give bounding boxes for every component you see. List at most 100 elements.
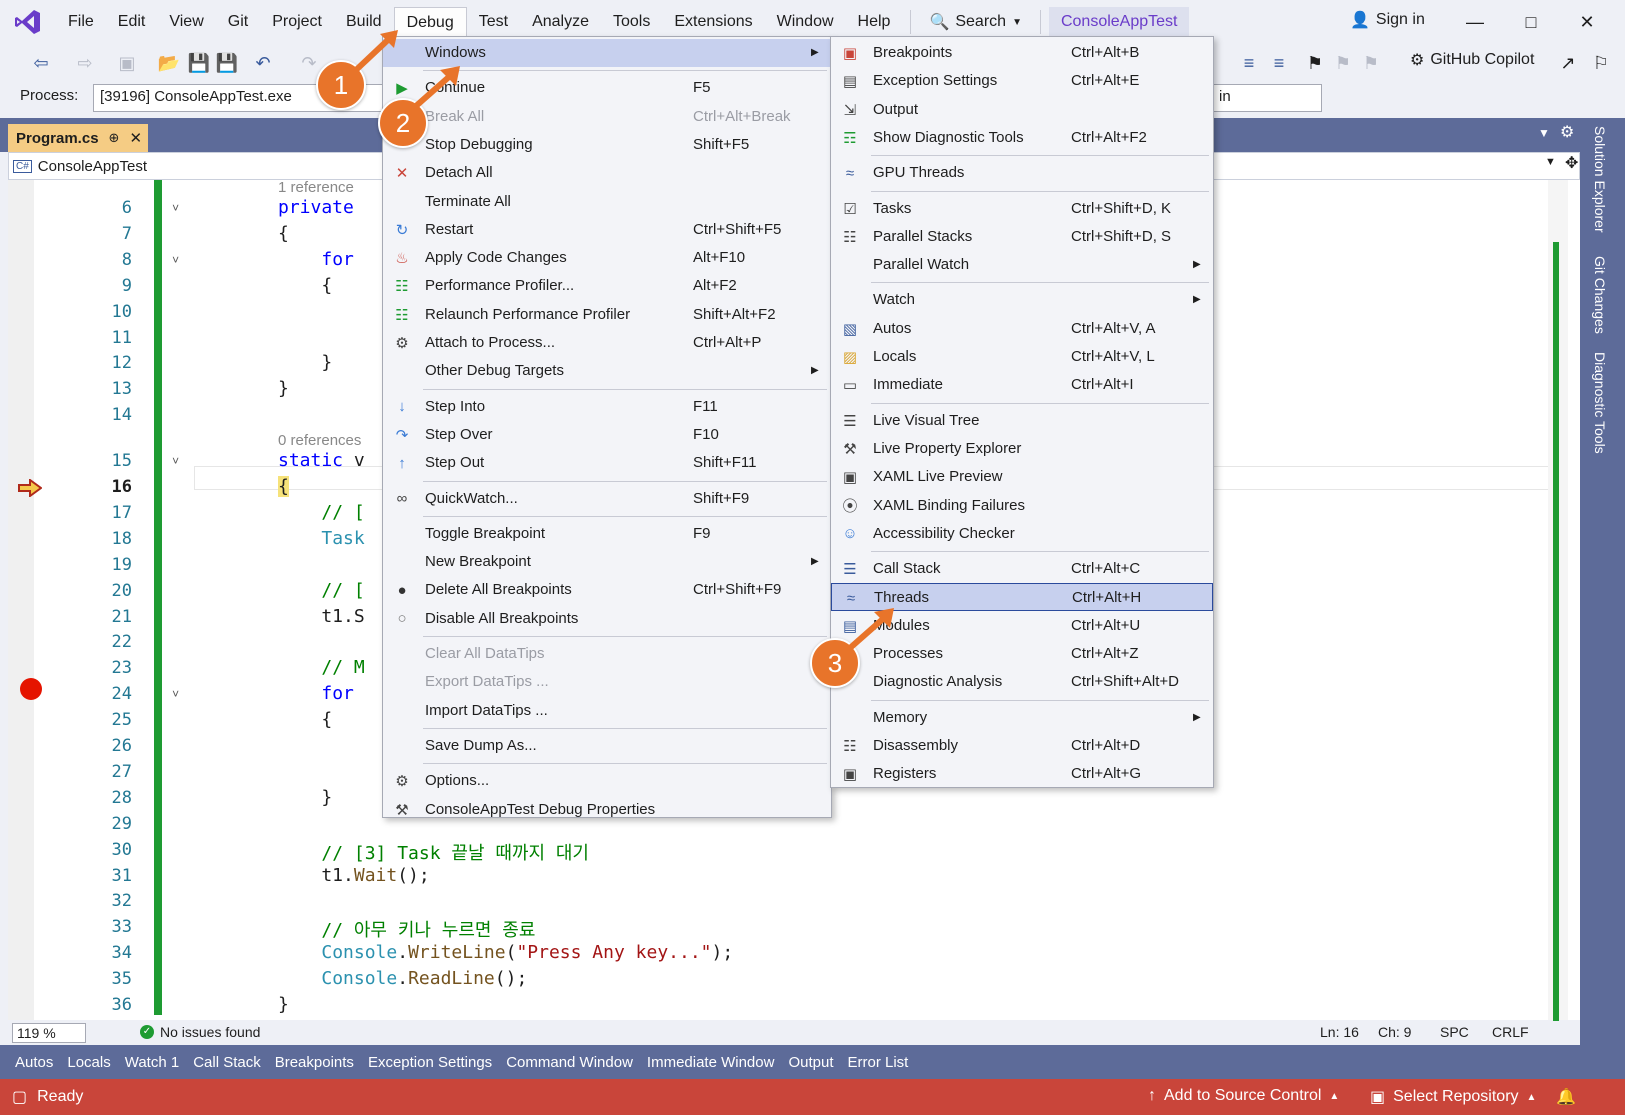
menu-test[interactable]: Test <box>467 7 520 37</box>
windows-menu-item-registers[interactable]: ▣ Registers Ctrl+Alt+G <box>831 760 1213 788</box>
debug-menu-item-other-debug-targets[interactable]: Other Debug Targets ▶ <box>383 357 831 385</box>
nav-dropdown-icon[interactable]: ▼ <box>1545 156 1556 168</box>
windows-menu-item-disassembly[interactable]: ☷ Disassembly Ctrl+Alt+D <box>831 732 1213 760</box>
fold-toggle-icon[interactable]: ˅ <box>172 201 179 216</box>
windows-menu-item-xaml-live-preview[interactable]: ▣ XAML Live Preview <box>831 463 1213 491</box>
notifications-icon[interactable]: 🔔 <box>1556 1087 1576 1107</box>
select-repository-button[interactable]: ▣ Select Repository ▲ <box>1370 1087 1536 1107</box>
code-line[interactable]: 30 // [3] Task 끝날 때까지 대기 <box>8 838 1580 864</box>
back-icon[interactable]: ⇦ <box>28 50 54 76</box>
windows-menu-item-xaml-binding-failures[interactable]: ⦿ XAML Binding Failures <box>831 492 1213 520</box>
minimize-button[interactable]: — <box>1452 8 1498 36</box>
tool-tab-error-list[interactable]: Error List <box>840 1054 915 1071</box>
debug-menu-item-consoleapptest-debug-properties[interactable]: ⚒ ConsoleAppTest Debug Properties <box>383 796 831 824</box>
menu-project[interactable]: Project <box>260 7 334 37</box>
fold-toggle-icon[interactable]: ˅ <box>172 454 179 469</box>
tool-tab-command-window[interactable]: Command Window <box>499 1054 640 1071</box>
windows-menu-item-exception-settings[interactable]: ▤ Exception Settings Ctrl+Alt+E <box>831 67 1213 95</box>
code-line[interactable]: 33 // 아무 키나 누르면 종료 <box>8 915 1580 941</box>
search-button[interactable]: 🔍 Search ▼ <box>919 8 1032 36</box>
windows-menu-item-parallel-stacks[interactable]: ☷ Parallel Stacks Ctrl+Shift+D, S <box>831 223 1213 251</box>
debug-menu-item-import-datatips[interactable]: Import DataTips ... <box>383 697 831 725</box>
code-line[interactable]: 34 Console.WriteLine("Press Any key...")… <box>8 941 1580 967</box>
debug-menu-item-relaunch-performance-profiler[interactable]: ☷ Relaunch Performance Profiler Shift+Alt+… <box>383 301 831 329</box>
windows-menu-item-show-diagnostic-tools[interactable]: ☶ Show Diagnostic Tools Ctrl+Alt+F2 <box>831 124 1213 152</box>
debug-menu-item-toggle-breakpoint[interactable]: Toggle Breakpoint F9 <box>383 520 831 548</box>
windows-menu-item-live-visual-tree[interactable]: ☰ Live Visual Tree <box>831 407 1213 435</box>
fold-toggle-icon[interactable]: ˅ <box>172 253 179 268</box>
windows-menu-item-diagnostic-analysis[interactable]: Diagnostic Analysis Ctrl+Shift+Alt+D <box>831 668 1213 696</box>
column-indicator[interactable]: Ch: 9 <box>1378 1024 1411 1040</box>
tool-tab-breakpoints[interactable]: Breakpoints <box>268 1054 361 1071</box>
windows-menu-item-live-property-explorer[interactable]: ⚒ Live Property Explorer <box>831 435 1213 463</box>
debug-menu-item-quickwatch[interactable]: ∞ QuickWatch... Shift+F9 <box>383 485 831 513</box>
debug-menu-item-delete-all-breakpoints[interactable]: ● Delete All Breakpoints Ctrl+Shift+F9 <box>383 576 831 604</box>
windows-menu-item-breakpoints[interactable]: ▣ Breakpoints Ctrl+Alt+B <box>831 39 1213 67</box>
windows-menu-item-accessibility-checker[interactable]: ☺ Accessibility Checker <box>831 520 1213 548</box>
tool-tab-watch-1[interactable]: Watch 1 <box>118 1054 186 1071</box>
fold-toggle-icon[interactable]: ˅ <box>172 687 179 702</box>
maximize-button[interactable]: □ <box>1508 8 1554 36</box>
project-navigation-combo[interactable]: C# ConsoleAppTest <box>13 155 147 177</box>
code-line[interactable]: 32 <box>8 889 1580 915</box>
next-bookmark-icon[interactable]: ⚑ <box>1358 50 1384 76</box>
tab-dropdown-icon[interactable]: ▼ <box>1538 126 1550 140</box>
feedback-icon[interactable]: ⚐ <box>1588 50 1614 76</box>
new-item-icon[interactable]: ▣ <box>114 50 140 76</box>
menu-edit[interactable]: Edit <box>106 7 158 37</box>
windows-menu-item-autos[interactable]: ▧ Autos Ctrl+Alt+V, A <box>831 315 1213 343</box>
menu-file[interactable]: File <box>56 7 106 37</box>
add-to-source-control-button[interactable]: ↑ Add to Source Control ▲ <box>1148 1087 1339 1105</box>
undo-icon[interactable]: ↶ <box>250 50 276 76</box>
menu-window[interactable]: Window <box>765 7 846 37</box>
tool-tab-call-stack[interactable]: Call Stack <box>186 1054 268 1071</box>
debug-menu-item-new-breakpoint[interactable]: New Breakpoint ▶ <box>383 548 831 576</box>
code-line[interactable]: 36} <box>8 993 1580 1019</box>
line-ending-indicator[interactable]: CRLF <box>1492 1024 1529 1040</box>
line-indicator[interactable]: Ln: 16 <box>1320 1024 1359 1040</box>
debug-menu-item-step-over[interactable]: ↷ Step Over F10 <box>383 421 831 449</box>
debug-menu-item-performance-profiler[interactable]: ☷ Performance Profiler... Alt+F2 <box>383 272 831 300</box>
code-lens-references[interactable]: 1 reference <box>278 179 354 196</box>
save-icon[interactable]: 💾 <box>186 50 212 76</box>
debug-menu-item-export-datatips[interactable]: Export DataTips ... <box>383 668 831 696</box>
menu-git[interactable]: Git <box>216 7 260 37</box>
rail-solution-explorer[interactable]: Solution Explorer <box>1592 126 1608 233</box>
windows-menu-item-watch[interactable]: Watch ▶ <box>831 286 1213 314</box>
debug-menu-item-windows[interactable]: Windows ▶ <box>383 39 831 67</box>
code-line[interactable]: 35 Console.ReadLine(); <box>8 967 1580 993</box>
windows-menu-item-gpu-threads[interactable]: ≈ GPU Threads <box>831 159 1213 187</box>
tool-tab-output[interactable]: Output <box>781 1054 840 1071</box>
menu-help[interactable]: Help <box>846 7 903 37</box>
close-icon[interactable]: ✕ <box>129 129 142 147</box>
tool-tab-exception-settings[interactable]: Exception Settings <box>361 1054 499 1071</box>
debug-menu-item-restart[interactable]: ↻ Restart Ctrl+Shift+F5 <box>383 216 831 244</box>
debug-menu-item-attach-to-process[interactable]: ⚙ Attach to Process... Ctrl+Alt+P <box>383 329 831 357</box>
windows-menu-item-output[interactable]: ⇲ Output <box>831 96 1213 124</box>
tool-tab-autos[interactable]: Autos <box>8 1054 60 1071</box>
github-copilot-button[interactable]: ⚙ GitHub Copilot <box>1410 50 1534 70</box>
debug-menu-item-step-out[interactable]: ↑ Step Out Shift+F11 <box>383 449 831 477</box>
windows-menu-item-tasks[interactable]: ☑ Tasks Ctrl+Shift+D, K <box>831 195 1213 223</box>
code-lens-references[interactable]: 0 references <box>278 432 361 449</box>
menu-tools[interactable]: Tools <box>601 7 662 37</box>
debug-menu-item-detach-all[interactable]: ✕ Detach All <box>383 159 831 187</box>
code-line[interactable]: 31 t1.Wait(); <box>8 864 1580 890</box>
open-folder-icon[interactable]: 📂 <box>156 50 182 76</box>
rail-git-changes[interactable]: Git Changes <box>1592 256 1608 334</box>
windows-menu-item-immediate[interactable]: ▭ Immediate Ctrl+Alt+I <box>831 371 1213 399</box>
settings-icon[interactable]: ⚙ <box>1560 122 1574 142</box>
issues-indicator[interactable]: ✓ No issues found <box>140 1024 260 1040</box>
zoom-select[interactable]: 119 % <box>12 1023 86 1043</box>
save-all-icon[interactable]: 💾 <box>214 50 240 76</box>
tab-program-cs[interactable]: Program.cs ⊕ ✕ <box>8 124 148 152</box>
menu-analyze[interactable]: Analyze <box>520 7 601 37</box>
outdent-icon[interactable]: ≡ <box>1266 50 1292 76</box>
stack-frame-select[interactable]: in <box>1212 84 1322 112</box>
bookmark-icon[interactable]: ⚑ <box>1302 50 1328 76</box>
debug-menu-item-disable-all-breakpoints[interactable]: ○ Disable All Breakpoints <box>383 605 831 633</box>
debug-menu-item-step-into[interactable]: ↓ Step Into F11 <box>383 393 831 421</box>
debug-menu-item-options[interactable]: ⚙ Options... <box>383 767 831 795</box>
indent-icon[interactable]: ≡ <box>1236 50 1262 76</box>
whitespace-indicator[interactable]: SPC <box>1440 1024 1469 1040</box>
